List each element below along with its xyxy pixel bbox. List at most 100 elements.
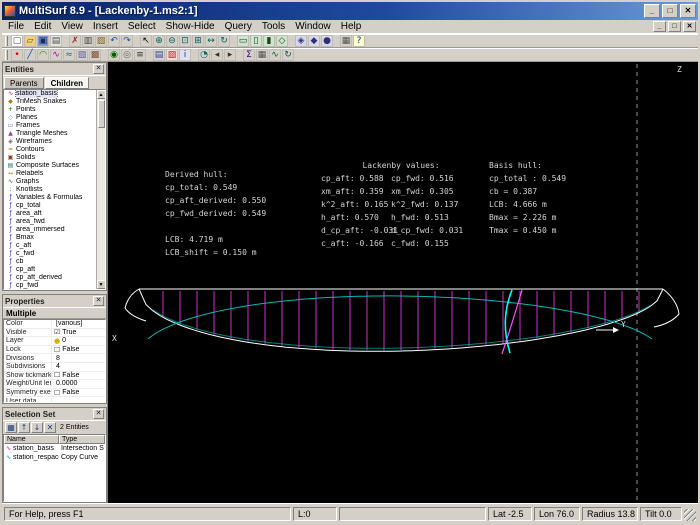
next-view-icon[interactable]: ▸: [224, 49, 236, 61]
column-header-name[interactable]: Name: [4, 435, 59, 444]
scroll-thumb[interactable]: [97, 100, 105, 128]
layer[interactable]: Layer ● 0: [4, 337, 105, 346]
close-icon[interactable]: ✕: [93, 409, 104, 419]
select-icon[interactable]: ↖: [140, 35, 152, 47]
cb[interactable]: ƒ cb: [4, 258, 96, 266]
tools[interactable]: Tools: [257, 20, 290, 33]
separator[interactable]: [147, 49, 152, 61]
view-top-icon[interactable]: ▭: [237, 35, 249, 47]
wireframe-icon[interactable]: ◈: [295, 35, 307, 47]
file[interactable]: File: [3, 20, 29, 33]
print-icon[interactable]: ▤: [50, 35, 62, 47]
insert[interactable]: Insert: [88, 20, 123, 33]
toolbar-handle[interactable]: [5, 36, 8, 46]
close-button[interactable]: ✕: [680, 4, 696, 18]
cp-aft[interactable]: ƒ cp_aft: [4, 266, 96, 274]
area-aft[interactable]: ƒ area_aft: [4, 210, 96, 218]
close-icon[interactable]: ✕: [93, 296, 104, 306]
planes[interactable]: ◇ Planes: [4, 114, 96, 122]
insert-curve-icon[interactable]: ∿: [50, 49, 62, 61]
mdi-close-button[interactable]: ✕: [683, 21, 696, 32]
knotlists[interactable]: : Knotlists: [4, 186, 96, 194]
show-all-icon[interactable]: ◉: [108, 49, 120, 61]
graphs[interactable]: ∿ Graphs: [4, 178, 96, 186]
paste-icon[interactable]: ▨: [95, 35, 107, 47]
pan-icon[interactable]: ↔: [205, 35, 217, 47]
property-value[interactable]: 0: [62, 337, 66, 344]
separator[interactable]: [231, 35, 236, 47]
wireframes[interactable]: ◈ Wireframes: [4, 138, 96, 146]
separator[interactable]: [192, 49, 197, 61]
color-icon[interactable]: ▨: [166, 49, 178, 61]
separator[interactable]: [289, 35, 294, 47]
zoom-window-icon[interactable]: ⊡: [179, 35, 191, 47]
sum-icon[interactable]: Σ: [243, 49, 255, 61]
zoom-out-icon[interactable]: ⊖: [166, 35, 178, 47]
checkbox-icon[interactable]: ☐: [54, 389, 60, 397]
separator[interactable]: [134, 35, 139, 47]
copy-icon[interactable]: ▥: [82, 35, 94, 47]
separator[interactable]: [63, 35, 68, 47]
mdi-restore-button[interactable]: □: [668, 21, 681, 32]
color[interactable]: Color [various]: [4, 320, 105, 329]
area-immersed[interactable]: ƒ area_immersed: [4, 226, 96, 234]
station-basis[interactable]: ∿ station_basis: [4, 90, 96, 98]
zoom-in-icon[interactable]: ⊕: [153, 35, 165, 47]
subdivisions[interactable]: Subdivisions 4: [4, 363, 105, 372]
contours[interactable]: ≈ Contours: [4, 146, 96, 154]
station-basis[interactable]: ∿ station_basis Intersection S: [4, 444, 105, 453]
minimize-button[interactable]: _: [644, 4, 660, 18]
separator[interactable]: [334, 35, 339, 47]
cp-fwd[interactable]: ƒ cp_fwd: [4, 282, 96, 289]
remove-button[interactable]: ✕: [44, 422, 56, 433]
checkbox-icon[interactable]: ●: [54, 337, 60, 345]
trimesh-snakes[interactable]: ◆ TriMesh Snakes: [4, 98, 96, 106]
cut-icon[interactable]: ✗: [69, 35, 81, 47]
select[interactable]: Select: [123, 20, 161, 33]
show-hide[interactable]: Show-Hide: [161, 20, 220, 33]
cp-total[interactable]: ƒ cp_total: [4, 202, 96, 210]
new-file-icon[interactable]: ▢: [11, 35, 23, 47]
property-value[interactable]: True: [62, 329, 76, 336]
open-icon[interactable]: ▱: [24, 35, 36, 47]
property-value[interactable]: 0.0000: [56, 380, 77, 387]
select-up-button[interactable]: ↑: [18, 422, 30, 433]
refresh-icon[interactable]: ↻: [282, 49, 294, 61]
maximize-button[interactable]: □: [662, 4, 678, 18]
property-value[interactable]: 4: [56, 363, 60, 370]
edit[interactable]: Edit: [29, 20, 56, 33]
render-icon[interactable]: ●: [321, 35, 333, 47]
scroll-up-icon[interactable]: ▲: [96, 90, 105, 99]
insert-point-icon[interactable]: •: [11, 49, 23, 61]
c-aft[interactable]: ƒ c_aft: [4, 242, 96, 250]
cp-aft-derived[interactable]: ƒ cp_aft_derived: [4, 274, 96, 282]
area-fwd[interactable]: ƒ area_fwd: [4, 218, 96, 226]
view[interactable]: View: [56, 20, 88, 33]
title-bar[interactable]: MultiSurf 8.9 - [Lackenby-1.ms2:1] _ □ ✕: [2, 2, 698, 20]
orbit-icon[interactable]: ◔: [198, 49, 210, 61]
separator[interactable]: [102, 49, 107, 61]
c-fwd[interactable]: ƒ c_fwd: [4, 250, 96, 258]
grid-icon[interactable]: ▦: [340, 35, 352, 47]
property-value[interactable]: 8: [56, 355, 60, 362]
help-icon[interactable]: ?: [353, 35, 365, 47]
bmax[interactable]: ƒ Bmax: [4, 234, 96, 242]
property-value[interactable]: False: [62, 346, 79, 353]
prev-view-icon[interactable]: ◂: [211, 49, 223, 61]
visible[interactable]: Visible ☑ True: [4, 328, 105, 338]
query[interactable]: Query: [220, 20, 257, 33]
user-data[interactable]: User data: [4, 397, 105, 402]
insert-arc-icon[interactable]: ◠: [37, 49, 49, 61]
parents[interactable]: Parents: [4, 77, 44, 89]
property-value[interactable]: False: [62, 389, 79, 396]
select-down-button[interactable]: ↓: [31, 422, 43, 433]
column-header-type[interactable]: Type: [59, 435, 105, 444]
insert-solid-icon[interactable]: ▩: [89, 49, 101, 61]
weight-unit-length[interactable]: Weight/Unit length 0.0000: [4, 380, 105, 389]
property-value[interactable]: [various]: [56, 320, 82, 327]
layers-icon[interactable]: ▤: [153, 49, 165, 61]
triangle-meshes[interactable]: ▲ Triangle Meshes: [4, 130, 96, 138]
table-icon[interactable]: ▦: [256, 49, 268, 61]
hide-icon[interactable]: ◎: [121, 49, 133, 61]
relabels[interactable]: ↔ Relabels: [4, 170, 96, 178]
